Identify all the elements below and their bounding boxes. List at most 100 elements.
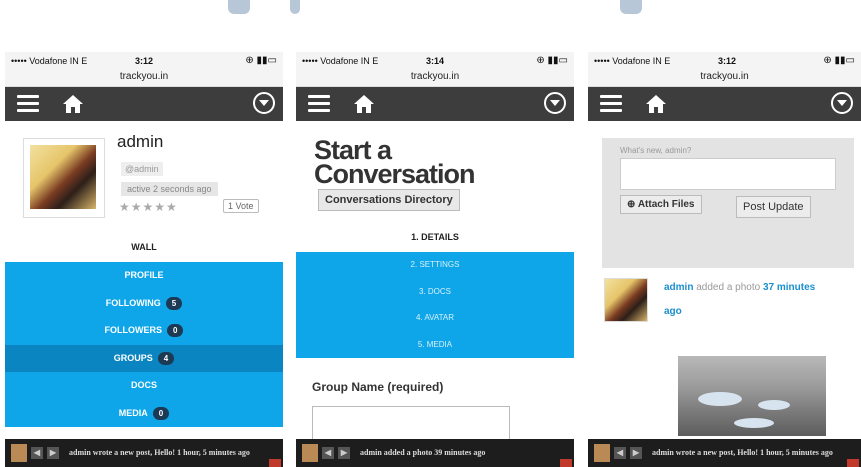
top-decoration <box>228 0 250 14</box>
activity-ticker: ◀ ▶ admin wrote a new post, Hello! 1 hou… <box>5 439 283 467</box>
ticker-next-icon[interactable]: ▶ <box>47 447 59 459</box>
whats-new-input[interactable] <box>620 158 836 190</box>
carrier-label: ••••• Vodafone IN E <box>594 56 671 66</box>
hamburger-menu-icon[interactable] <box>600 95 622 113</box>
top-decoration <box>290 0 300 14</box>
hamburger-menu-icon[interactable] <box>17 95 39 113</box>
count-badge: 4 <box>157 351 175 365</box>
ticker-avatar <box>594 444 610 462</box>
clock: 3:12 <box>718 56 737 66</box>
address-bar[interactable]: trackyou.in <box>5 70 283 87</box>
activity-action: added a photo <box>696 282 761 293</box>
menu-item-label: PROFILE <box>124 270 164 280</box>
top-navbar <box>5 87 283 121</box>
ticker-next-icon[interactable]: ▶ <box>338 447 350 459</box>
phone-create-group-screen: ••••• Vodafone IN E 3:14 ⊕ ▮▮▭ trackyou.… <box>296 52 574 467</box>
menu-item-media[interactable]: MEDIA 0 <box>5 400 283 428</box>
battery-icon: ⊕ ▮▮▭ <box>823 55 855 66</box>
profile-nav-menu: PROFILE FOLLOWING 5 FOLLOWERS 0 GROUPS 4 DO… <box>5 262 283 427</box>
menu-item-docs[interactable]: DOCS <box>5 372 283 400</box>
ticker-close-icon[interactable] <box>560 459 572 467</box>
menu-item-followers[interactable]: FOLLOWERS 0 <box>5 317 283 345</box>
menu-item-label: GROUPS <box>113 352 153 363</box>
ticker-avatar <box>302 444 318 462</box>
star-rating[interactable]: ★★★★★ <box>119 200 178 214</box>
count-badge: 0 <box>167 324 184 337</box>
photo-detail <box>758 400 790 410</box>
carrier-label: ••••• Vodafone IN E <box>11 56 88 66</box>
clock: 3:12 <box>135 56 154 66</box>
carrier-label: ••••• Vodafone IN E <box>302 56 379 66</box>
activity-ticker: ◀ ▶ admin wrote a new post, Hello! 1 hou… <box>588 439 861 467</box>
activity-photo[interactable] <box>678 356 826 436</box>
menu-item-groups[interactable]: GROUPS 4 <box>5 344 283 372</box>
clock: 3:14 <box>426 56 445 66</box>
dropdown-chevron-icon[interactable] <box>544 92 566 114</box>
vote-count-badge: 1 Vote <box>223 199 259 213</box>
menu-item-label: MEDIA <box>118 407 148 418</box>
post-update-form: What's new, admin? ⊕ Attach Files Post U… <box>602 138 854 268</box>
post-update-button[interactable]: Post Update <box>736 196 811 218</box>
photo-detail <box>734 418 774 428</box>
hamburger-menu-icon[interactable] <box>308 95 330 113</box>
profile-avatar[interactable] <box>23 138 105 218</box>
attach-files-button[interactable]: ⊕ Attach Files <box>620 195 702 214</box>
ticker-close-icon[interactable] <box>269 459 281 467</box>
activity-user-link[interactable]: admin <box>664 282 693 293</box>
battery-icon: ⊕ ▮▮▭ <box>536 55 568 66</box>
whats-new-label: What's new, admin? <box>620 146 692 155</box>
top-navbar <box>296 87 574 121</box>
home-icon[interactable] <box>61 93 85 115</box>
page-title: Start a Conversation <box>314 137 476 189</box>
dropdown-chevron-icon[interactable] <box>831 92 853 114</box>
top-navbar <box>588 87 861 121</box>
count-badge: 0 <box>152 406 170 420</box>
count-badge: 5 <box>165 296 183 310</box>
ticker-text[interactable]: admin wrote a new post, Hello! 1 hour, 5… <box>69 448 250 457</box>
address-bar[interactable]: trackyou.in <box>588 70 861 87</box>
battery-icon: ⊕ ▮▮▭ <box>245 55 277 66</box>
page-title-line: Conversation <box>314 159 476 189</box>
phone-profile-screen: ••••• Vodafone IN E 3:12 ⊕ ▮▮▭ trackyou.… <box>5 52 283 467</box>
attach-files-label: Attach Files <box>637 199 695 210</box>
create-steps-menu: 2. SETTINGS 3. DOCS 4. AVATAR 5. MEDIA <box>296 252 574 358</box>
ticker-next-icon[interactable]: ▶ <box>630 447 642 459</box>
step-media-tab[interactable]: 5. MEDIA <box>296 332 574 359</box>
phone-activity-screen: ••••• Vodafone IN E 3:12 ⊕ ▮▮▭ trackyou.… <box>588 52 861 467</box>
status-bar: ••••• Vodafone IN E 3:12 ⊕ ▮▮▭ <box>5 52 283 70</box>
ticker-prev-icon[interactable]: ◀ <box>614 447 626 459</box>
menu-item-label: FOLLOWERS <box>104 325 163 335</box>
ticker-avatar <box>11 444 27 462</box>
home-icon[interactable] <box>352 93 376 115</box>
avatar-photo <box>30 145 96 209</box>
step-avatar-tab[interactable]: 4. AVATAR <box>296 305 574 332</box>
address-bar[interactable]: trackyou.in <box>296 70 574 87</box>
last-active-badge: active 2 seconds ago <box>121 182 218 196</box>
menu-item-profile[interactable]: PROFILE <box>5 262 283 290</box>
menu-item-following[interactable]: FOLLOWING 5 <box>5 290 283 318</box>
ticker-text[interactable]: admin added a photo 39 minutes ago <box>360 448 485 457</box>
ticker-close-icon[interactable] <box>847 459 859 467</box>
activity-ticker: ◀ ▶ admin added a photo 39 minutes ago <box>296 439 574 467</box>
status-bar: ••••• Vodafone IN E 3:12 ⊕ ▮▮▭ <box>588 52 861 70</box>
wall-tab[interactable]: WALL <box>5 242 283 252</box>
step-docs-tab[interactable]: 3. DOCS <box>296 279 574 306</box>
menu-item-label: DOCS <box>130 380 157 390</box>
menu-item-label: FOLLOWING <box>105 297 161 308</box>
ticker-prev-icon[interactable]: ◀ <box>31 447 43 459</box>
step-details-tab[interactable]: 1. DETAILS <box>296 232 574 242</box>
step-settings-tab[interactable]: 2. SETTINGS <box>296 252 574 279</box>
home-icon[interactable] <box>644 93 668 115</box>
profile-handle: @admin <box>121 162 163 176</box>
activity-entry: admin added a photo 37 minutes ago <box>664 276 824 324</box>
profile-name: admin <box>117 132 164 151</box>
photo-detail <box>698 392 742 406</box>
dropdown-chevron-icon[interactable] <box>253 92 275 114</box>
plus-circle-icon: ⊕ <box>627 199 636 210</box>
status-bar: ••••• Vodafone IN E 3:14 ⊕ ▮▮▭ <box>296 52 574 70</box>
activity-avatar[interactable] <box>604 278 648 322</box>
top-decoration <box>620 0 642 14</box>
ticker-prev-icon[interactable]: ◀ <box>322 447 334 459</box>
conversations-directory-button[interactable]: Conversations Directory <box>318 189 460 211</box>
ticker-text[interactable]: admin wrote a new post, Hello! 1 hour, 5… <box>652 448 833 457</box>
